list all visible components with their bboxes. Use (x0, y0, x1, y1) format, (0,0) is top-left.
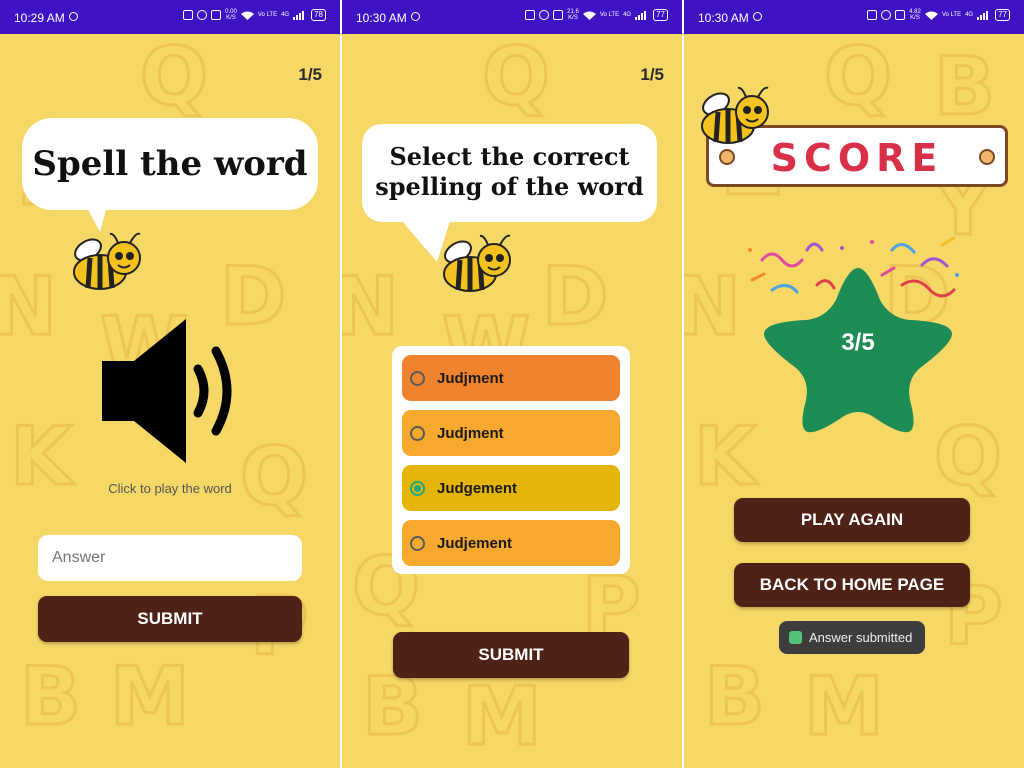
alarm-icon (69, 12, 78, 21)
network-type: 4G (281, 12, 290, 18)
radio-button[interactable] (410, 370, 425, 386)
status-icons: 21.6 K/S Vo LTE 4G 77 (525, 9, 668, 21)
option-2[interactable]: Judjment (402, 410, 620, 456)
speech-bubble: Select the correct spelling of the word (362, 124, 657, 222)
back-to-home-button[interactable]: BACK TO HOME PAGE (734, 563, 970, 607)
svg-text:Q: Q (240, 430, 308, 523)
screen-select-spelling: Q Z D N W Q P B M 10:30 AM 21.6K/S Vo LT… (342, 0, 682, 768)
option-1[interactable]: Judjment (402, 355, 620, 401)
volte-label: Vo LTE (257, 12, 278, 18)
svg-text:N: N (684, 260, 741, 353)
volte-label: Vo LTE (941, 12, 962, 18)
wifi-icon (582, 11, 596, 20)
svg-text:N: N (0, 260, 57, 353)
svg-text:Q: Q (140, 34, 208, 123)
alarm-icon (539, 10, 550, 20)
battery-icon: 77 (653, 9, 668, 21)
options-card: Judjment Judjment Judgement Judjement (392, 346, 630, 574)
nfc-icon (895, 10, 906, 20)
page-title: Spell the word (32, 144, 308, 184)
svg-text:N: N (342, 260, 399, 353)
score-value: 3/5 (841, 329, 875, 356)
radio-button[interactable] (410, 425, 425, 441)
svg-text:B: B (934, 40, 995, 133)
alarm-icon (881, 10, 892, 20)
network-type: 4G (623, 12, 632, 18)
status-time: 10:29 AM (14, 11, 65, 25)
battery-icon: 78 (311, 9, 326, 21)
question-counter: 1/5 (640, 65, 664, 84)
status-bar: 10:30 AM 21.6 K/S Vo LTE 4G 77 (342, 0, 682, 34)
signal-icon (293, 11, 305, 20)
screen-spell-word: Q Z D N W K Q P B M 10:29 AM 0.00K/S Vo … (0, 0, 340, 768)
alarm-icon (411, 12, 420, 21)
status-time: 10:30 AM (698, 11, 749, 25)
submit-button[interactable]: SUBMIT (38, 596, 302, 642)
option-4[interactable]: Judjement (402, 520, 620, 566)
page-title-line1: Select the correct (389, 142, 630, 171)
svg-text:B: B (20, 650, 81, 743)
play-again-button[interactable]: PLAY AGAIN (734, 498, 970, 542)
submit-button[interactable]: SUBMIT (393, 632, 629, 678)
radio-button[interactable] (410, 535, 425, 551)
option-label: Judjment (437, 424, 504, 442)
network-speed-unit: K/S (226, 15, 236, 21)
svg-text:M: M (462, 670, 542, 763)
page-title-line2: spelling of the word (375, 172, 644, 201)
svg-text:B: B (704, 650, 765, 743)
screen-score: Q B Z Y D N K Q P B M 10:30 AM 4.82K/S V… (684, 0, 1024, 768)
svg-text:K: K (694, 410, 759, 503)
battery-icon: 77 (995, 9, 1010, 21)
network-speed-unit: K/S (568, 15, 578, 21)
bee-icon (443, 234, 511, 292)
nfc-icon (211, 10, 222, 20)
svg-text:M: M (110, 650, 190, 743)
option-label: Judjment (437, 369, 504, 387)
bee-icon (701, 86, 769, 144)
option-label: Judgement (437, 479, 518, 497)
status-bar: 10:29 AM 0.00 K/S Vo LTE 4G 78 (0, 0, 340, 34)
nfc-icon (553, 10, 564, 20)
app-icon (789, 631, 802, 644)
network-type: 4G (965, 12, 974, 18)
vibrate-icon (525, 10, 536, 20)
signal-icon (635, 11, 647, 20)
alarm-icon (753, 12, 762, 21)
svg-text:M: M (804, 660, 884, 753)
answer-input[interactable] (38, 535, 302, 581)
volte-label: Vo LTE (599, 12, 620, 18)
option-label: Judjement (437, 534, 513, 552)
wifi-icon (924, 11, 938, 20)
status-time: 10:30 AM (356, 11, 407, 25)
status-icons: 0.00 K/S Vo LTE 4G 78 (183, 9, 326, 21)
wifi-icon (240, 11, 254, 20)
toast-text: Answer submitted (809, 630, 913, 645)
svg-text:D: D (542, 250, 608, 343)
signal-icon (977, 11, 989, 20)
status-bar: 10:30 AM 4.82 K/S Vo LTE 4G 77 (684, 0, 1024, 34)
svg-text:Q: Q (482, 34, 550, 123)
bee-icon (73, 232, 141, 290)
option-3[interactable]: Judgement (402, 465, 620, 511)
speech-bubble: Spell the word (22, 118, 318, 210)
speaker-icon[interactable] (98, 317, 246, 465)
svg-text:Q: Q (824, 34, 892, 123)
score-star: 3/5 (760, 262, 956, 434)
vibrate-icon (867, 10, 878, 20)
toast-notification: Answer submitted (779, 621, 925, 654)
alarm-icon (197, 10, 208, 20)
question-counter: 1/5 (298, 65, 322, 84)
network-speed-unit: K/S (910, 15, 920, 21)
radio-button[interactable] (410, 480, 425, 496)
vibrate-icon (183, 10, 194, 20)
status-icons: 4.82 K/S Vo LTE 4G 77 (867, 9, 1010, 21)
play-hint: Click to play the word (108, 481, 232, 496)
